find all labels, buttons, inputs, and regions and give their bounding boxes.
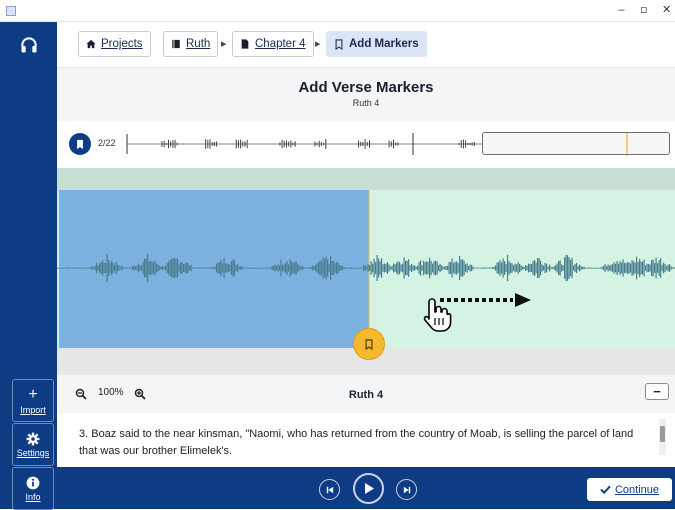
breadcrumb-chapter-label: Chapter 4 xyxy=(255,38,306,50)
continue-button[interactable]: Continue xyxy=(587,478,672,501)
play-icon xyxy=(364,483,374,494)
verse-text-panel: 3. Boaz said to the near kinsman, "Naomi… xyxy=(57,413,675,467)
sidebar: + Import Settings Info xyxy=(0,22,57,510)
minimize-button[interactable]: ‒ xyxy=(618,3,625,16)
verse-marker-handle[interactable] xyxy=(353,328,385,360)
timeline-overview[interactable]: 2/22 xyxy=(57,121,675,168)
import-button[interactable]: + Import xyxy=(12,379,54,422)
page-title: Add Verse Markers xyxy=(298,79,434,96)
breadcrumb-add-markers[interactable]: Add Markers xyxy=(326,31,427,57)
scrollbar[interactable] xyxy=(659,419,666,455)
continue-label: Continue xyxy=(614,483,660,496)
chevron-right-icon: ▶ xyxy=(221,41,227,48)
home-icon xyxy=(86,39,96,49)
bookmark-icon xyxy=(365,338,373,350)
skip-forward-icon xyxy=(403,486,410,493)
plus-icon: + xyxy=(28,385,38,403)
zoom-toolbar: 100% Ruth 4 − xyxy=(57,375,675,413)
window-titlebar: ‒ ▫ ✕ xyxy=(0,0,675,22)
close-button[interactable]: ✕ xyxy=(662,3,671,16)
settings-button[interactable]: Settings xyxy=(12,423,54,466)
breadcrumb-chapter[interactable]: Chapter 4 xyxy=(232,31,314,57)
app-icon xyxy=(6,6,16,16)
scrollbar-thumb[interactable] xyxy=(660,426,665,442)
gear-icon xyxy=(26,432,40,445)
breadcrumb-projects-label: Projects xyxy=(101,38,143,50)
hand-cursor-icon xyxy=(423,298,452,332)
timeline-viewport-window[interactable] xyxy=(482,132,670,156)
page-subtitle: Ruth 4 xyxy=(352,98,380,108)
next-button[interactable] xyxy=(396,479,417,500)
info-button[interactable]: Info xyxy=(12,467,54,510)
maximize-button[interactable]: ▫ xyxy=(640,3,647,16)
chevron-right-icon: ▶ xyxy=(315,41,321,48)
bookmark-icon xyxy=(335,38,343,50)
chapter-label: Ruth 4 xyxy=(348,389,384,401)
breadcrumb-ruth-label: Ruth xyxy=(186,38,211,50)
settings-label: Settings xyxy=(16,447,50,458)
document-icon xyxy=(241,39,249,49)
breadcrumb-add-markers-label: Add Markers xyxy=(349,38,419,50)
info-icon xyxy=(26,476,40,489)
headphones-button[interactable] xyxy=(0,22,57,68)
play-button[interactable] xyxy=(353,473,384,504)
info-label: Info xyxy=(25,491,41,502)
import-label: Import xyxy=(20,404,46,415)
headphones-icon xyxy=(20,37,37,53)
skip-back-icon xyxy=(326,486,333,493)
book-icon xyxy=(172,39,180,49)
previous-button[interactable] xyxy=(319,479,340,500)
breadcrumb-projects[interactable]: Projects xyxy=(78,31,151,57)
checkmark-icon xyxy=(600,485,611,494)
breadcrumb-ruth[interactable]: Ruth xyxy=(163,31,219,57)
playback-footer: Continue xyxy=(57,467,675,509)
waveform-editor[interactable] xyxy=(57,168,675,375)
breadcrumb: Projects ▶ Ruth ▶ Chapter 4 ▶ Add Marker… xyxy=(57,22,675,68)
page-header: Add Verse Markers Ruth 4 xyxy=(57,68,675,121)
collapse-button[interactable]: − xyxy=(645,383,669,400)
verse-text: 3. Boaz said to the near kinsman, "Naomi… xyxy=(79,428,634,457)
